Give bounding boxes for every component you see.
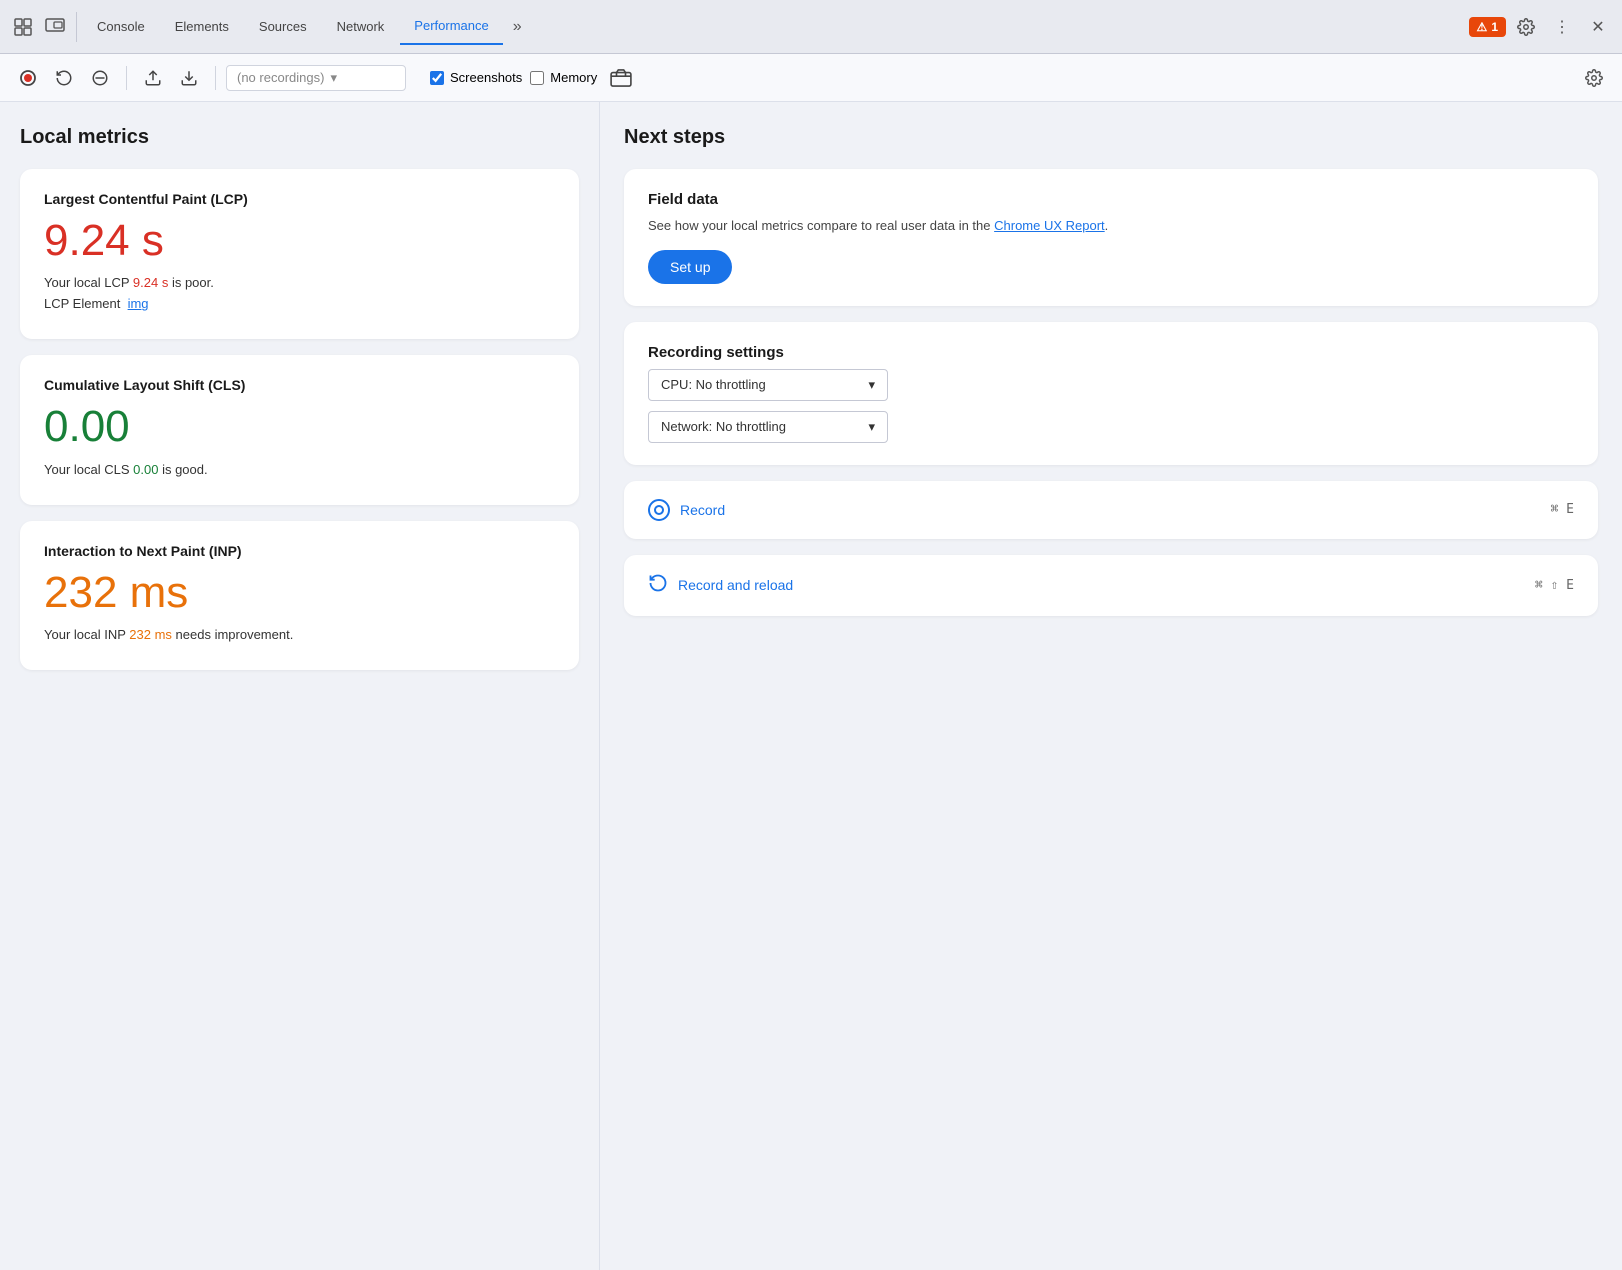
cls-card: Cumulative Layout Shift (CLS) 0.00 Your … — [20, 355, 579, 504]
memory-checkbox-item[interactable]: Memory — [530, 70, 597, 85]
lcp-card: Largest Contentful Paint (LCP) 9.24 s Yo… — [20, 169, 579, 339]
devtools-select-icon[interactable] — [8, 12, 38, 42]
error-icon: ⚠ — [1477, 20, 1488, 34]
record-reload-action-card[interactable]: Record and reload ⌘ ⇧ E — [624, 555, 1598, 616]
error-count: 1 — [1491, 20, 1498, 34]
toolbar-divider-2 — [215, 66, 216, 90]
cpu-throttling-select[interactable]: CPU: No throttling ▾ — [648, 369, 888, 401]
recording-settings-card: Recording settings CPU: No throttling ▾ … — [624, 322, 1598, 465]
main-content: Local metrics Largest Contentful Paint (… — [0, 102, 1622, 1270]
field-data-desc-after: . — [1105, 218, 1109, 233]
toolbar-options: Screenshots Memory — [430, 62, 637, 94]
field-data-desc-before: See how your local metrics compare to re… — [648, 218, 994, 233]
tab-sources[interactable]: Sources — [245, 9, 321, 45]
cls-desc: Your local CLS 0.00 is good. — [44, 462, 555, 477]
lcp-element-value[interactable]: img — [128, 296, 149, 311]
inp-desc: Your local INP 232 ms needs improvement. — [44, 627, 555, 642]
devtools-dock-icon[interactable] — [40, 12, 70, 42]
lcp-element: LCP Element img — [44, 296, 555, 311]
record-reload-action-label[interactable]: Record and reload — [678, 577, 793, 593]
recording-settings-title: Recording settings — [648, 344, 1574, 361]
screenshots-checkbox[interactable] — [430, 71, 444, 85]
inp-desc-value: 232 ms — [129, 627, 172, 642]
tab-more[interactable]: » — [505, 12, 530, 42]
record-shortcut: ⌘ E — [1551, 502, 1574, 517]
cpu-throttling-chevron: ▾ — [868, 377, 875, 393]
left-panel: Local metrics Largest Contentful Paint (… — [0, 102, 600, 1270]
tab-performance[interactable]: Performance — [400, 9, 502, 45]
chrome-ux-report-link[interactable]: Chrome UX Report — [994, 218, 1105, 233]
cls-desc-value: 0.00 — [133, 462, 158, 477]
inp-value: 232 ms — [44, 569, 555, 617]
network-throttling-chevron: ▾ — [868, 419, 875, 435]
more-options-icon[interactable]: ⋮ — [1546, 11, 1578, 43]
screenshots-checkbox-item[interactable]: Screenshots — [430, 70, 522, 85]
screenshots-label: Screenshots — [450, 70, 522, 85]
record-action-card[interactable]: Record ⌘ E — [624, 481, 1598, 539]
tab-network[interactable]: Network — [323, 9, 399, 45]
settings-icon[interactable] — [1510, 11, 1542, 43]
reload-button[interactable] — [48, 62, 80, 94]
memory-label: Memory — [550, 70, 597, 85]
field-data-card: Field data See how your local metrics co… — [624, 169, 1598, 306]
field-data-title: Field data — [648, 191, 1574, 208]
toolbar-divider-1 — [126, 66, 127, 90]
recordings-placeholder: (no recordings) — [237, 70, 324, 85]
error-badge[interactable]: ⚠ 1 — [1469, 17, 1506, 37]
memory-checkbox[interactable] — [530, 71, 544, 85]
record-reload-action-left[interactable]: Record and reload — [648, 573, 793, 598]
close-icon[interactable]: ✕ — [1582, 11, 1614, 43]
cls-value: 0.00 — [44, 403, 555, 451]
lcp-desc: Your local LCP 9.24 s is poor. — [44, 275, 555, 290]
next-steps-title: Next steps — [624, 126, 1598, 149]
lcp-desc-value: 9.24 s — [133, 275, 168, 290]
toolbar-settings-icon[interactable] — [1578, 62, 1610, 94]
record-button[interactable] — [12, 62, 44, 94]
inp-title: Interaction to Next Paint (INP) — [44, 543, 555, 559]
right-panel: Next steps Field data See how your local… — [600, 102, 1622, 1270]
camera-icon[interactable] — [605, 62, 637, 94]
tab-bar: Console Elements Sources Network Perform… — [0, 0, 1622, 54]
record-reload-shortcut: ⌘ ⇧ E — [1535, 578, 1574, 593]
lcp-title: Largest Contentful Paint (LCP) — [44, 191, 555, 207]
setup-button[interactable]: Set up — [648, 250, 732, 284]
record-action-label[interactable]: Record — [680, 502, 725, 518]
cls-title: Cumulative Layout Shift (CLS) — [44, 377, 555, 393]
toolbar: (no recordings) ▾ Screenshots Memory — [0, 54, 1622, 102]
recordings-chevron: ▾ — [330, 70, 337, 86]
clear-button[interactable] — [84, 62, 116, 94]
record-circle-inner — [654, 505, 664, 515]
network-throttling-label: Network: No throttling — [661, 419, 786, 434]
download-button[interactable] — [173, 62, 205, 94]
recordings-dropdown[interactable]: (no recordings) ▾ — [226, 65, 406, 91]
upload-button[interactable] — [137, 62, 169, 94]
tab-elements[interactable]: Elements — [161, 9, 243, 45]
tab-bar-right: ⚠ 1 ⋮ ✕ — [1469, 11, 1614, 43]
field-data-desc: See how your local metrics compare to re… — [648, 216, 1574, 236]
reload-icon — [648, 573, 668, 598]
tab-bar-left: Console Elements Sources Network Perform… — [8, 9, 530, 45]
record-action-left[interactable]: Record — [648, 499, 725, 521]
cpu-throttling-label: CPU: No throttling — [661, 377, 766, 392]
tab-console[interactable]: Console — [83, 9, 159, 45]
local-metrics-title: Local metrics — [20, 126, 579, 149]
inp-card: Interaction to Next Paint (INP) 232 ms Y… — [20, 521, 579, 670]
lcp-value: 9.24 s — [44, 217, 555, 265]
tab-divider-1 — [76, 12, 77, 42]
record-circle-icon — [648, 499, 670, 521]
network-throttling-select[interactable]: Network: No throttling ▾ — [648, 411, 888, 443]
